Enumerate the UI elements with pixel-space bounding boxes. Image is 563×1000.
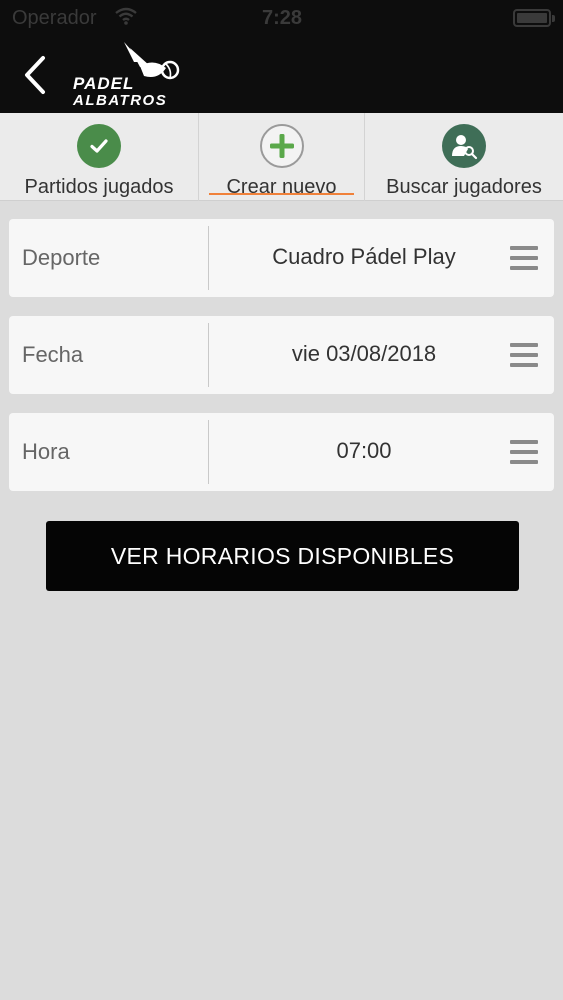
padel-albatros-logo: PADEL ALBATROS (70, 40, 190, 112)
app-header: Operador 7:28 PADEL ALBATROS (0, 0, 563, 113)
tab-bar: Partidos jugados Crear nuevo Buscar juga… (0, 113, 563, 201)
logo-text-albatros: ALBATROS (73, 92, 168, 109)
status-bar: Operador 7:28 (0, 0, 563, 36)
menu-icon (510, 343, 538, 367)
active-tab-indicator (209, 193, 354, 195)
tab-label: Partidos jugados (24, 176, 174, 198)
hora-selector[interactable]: Hora 07:00 (9, 413, 554, 491)
logo-text-padel: PADEL (73, 74, 135, 93)
field-label: Deporte (22, 245, 101, 270)
battery-icon (513, 9, 555, 27)
user-search-icon (442, 124, 486, 168)
field-label: Fecha (22, 342, 84, 367)
tab-crear-nuevo[interactable]: Crear nuevo (198, 113, 364, 201)
tab-label: Buscar jugadores (386, 176, 542, 198)
chevron-left-icon (25, 56, 45, 94)
menu-icon (510, 246, 538, 270)
field-value: Cuadro Pádel Play (272, 244, 456, 269)
field-label: Hora (22, 439, 70, 464)
field-value: vie 03/08/2018 (291, 341, 437, 366)
tab-buscar-jugadores[interactable]: Buscar jugadores (364, 113, 563, 201)
menu-icon (510, 440, 538, 464)
wifi-icon (115, 7, 137, 25)
status-time: 7:28 (262, 7, 303, 29)
back-button[interactable] (18, 52, 52, 98)
tab-label: Crear nuevo (226, 176, 337, 198)
carrier-name: Operador (12, 7, 97, 29)
field-value: 07:00 (336, 438, 392, 463)
checkmark-icon (77, 124, 121, 168)
fecha-selector[interactable]: Fecha vie 03/08/2018 (9, 316, 554, 394)
deporte-selector[interactable]: Deporte Cuadro Pádel Play (9, 219, 554, 297)
plus-icon (259, 124, 304, 168)
tab-partidos-jugados[interactable]: Partidos jugados (0, 113, 198, 201)
ver-horarios-button[interactable]: VER HORARIOS DISPONIBLES (46, 521, 519, 591)
